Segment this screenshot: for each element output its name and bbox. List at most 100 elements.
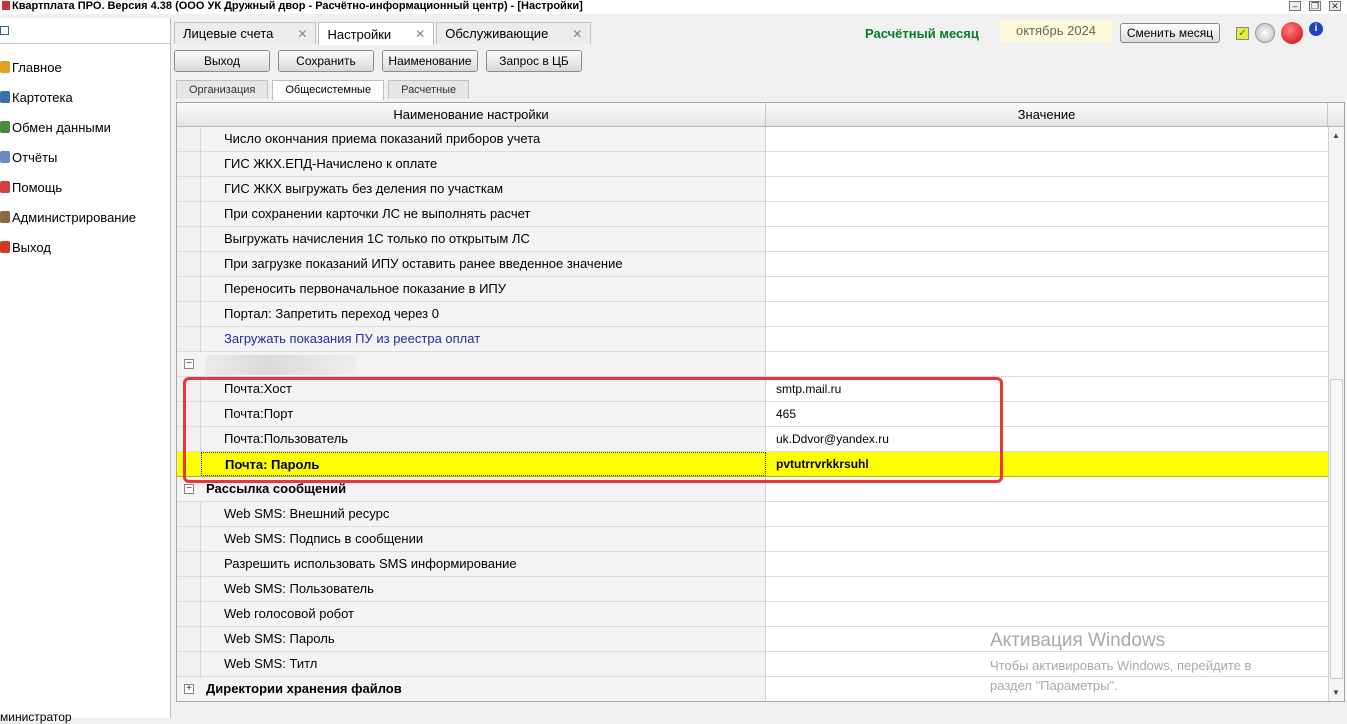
collapse-icon[interactable]: − bbox=[184, 484, 194, 494]
exit-button[interactable]: Выход bbox=[174, 50, 270, 72]
setting-row[interactable]: ГИС ЖКХ.ЕПД-Начислено к оплате bbox=[177, 152, 1328, 177]
setting-row[interactable]: Портал: Запретить переход через 0 bbox=[177, 302, 1328, 327]
setting-value[interactable] bbox=[766, 577, 1328, 601]
info-icon[interactable]: i bbox=[1309, 22, 1323, 36]
toolbar-icons: ✓ i bbox=[1236, 22, 1323, 44]
change-month-button[interactable]: Сменить месяц bbox=[1120, 23, 1220, 43]
admin-icon bbox=[0, 211, 10, 223]
app-icon bbox=[2, 1, 10, 10]
sidebar-menu: Главное Картотека Обмен данными Отчёты Помощ… bbox=[0, 44, 170, 262]
setting-row[interactable]: Web SMS: Пользователь bbox=[177, 577, 1328, 602]
setting-row[interactable]: Разрешить использовать SMS информировани… bbox=[177, 552, 1328, 577]
setting-value[interactable]: uk.Ddvor@yandex.ru bbox=[766, 427, 1328, 451]
setting-row[interactable]: Web SMS: Внешний ресурс bbox=[177, 502, 1328, 527]
tab-1[interactable]: Настройки ✕ bbox=[318, 22, 435, 45]
setting-row[interactable]: Почта:Порт 465 bbox=[177, 402, 1328, 427]
vertical-scrollbar[interactable]: ▲ ▼ bbox=[1328, 127, 1344, 701]
setting-value[interactable] bbox=[766, 302, 1328, 326]
setting-value[interactable] bbox=[766, 277, 1328, 301]
setting-row[interactable]: ГИС ЖКХ выгружать без деления по участка… bbox=[177, 177, 1328, 202]
setting-row[interactable]: Почта: Пароль pvtutrrvrkkrsuhl bbox=[177, 452, 1328, 477]
setting-value[interactable] bbox=[766, 152, 1328, 176]
sidebar-item[interactable]: Выход bbox=[0, 232, 170, 262]
collapse-icon[interactable]: − bbox=[184, 359, 194, 369]
tab-0[interactable]: Лицевые счета ✕ bbox=[174, 22, 317, 44]
close-tab-icon[interactable]: ✕ bbox=[572, 27, 582, 41]
column-header-value[interactable]: Значение bbox=[766, 103, 1328, 126]
setting-row[interactable]: Почта:Пользователь uk.Ddvor@yandex.ru bbox=[177, 427, 1328, 452]
setting-value[interactable] bbox=[766, 602, 1328, 626]
close-tab-icon[interactable]: ✕ bbox=[297, 27, 307, 41]
setting-name: Web SMS: Титл bbox=[201, 652, 766, 676]
save-button[interactable]: Сохранить bbox=[278, 50, 374, 72]
setting-name: Web голосовой робот bbox=[201, 602, 766, 626]
setting-name: Почта:Порт bbox=[201, 402, 766, 426]
row-gutter bbox=[177, 427, 201, 451]
sidebar-item[interactable]: Администрирование bbox=[0, 202, 170, 232]
column-header-name[interactable]: Наименование настройки bbox=[177, 103, 766, 126]
naming-button[interactable]: Наименование bbox=[382, 50, 478, 72]
sidebar-item[interactable]: Главное bbox=[0, 52, 170, 82]
setting-row[interactable]: Выгружать начисления 1С только по открыт… bbox=[177, 227, 1328, 252]
setting-row[interactable]: Web голосовой робот bbox=[177, 602, 1328, 627]
sidebar-item[interactable]: Картотека bbox=[0, 82, 170, 112]
setting-row[interactable]: Число окончания приема показаний приборо… bbox=[177, 127, 1328, 152]
close-icon[interactable]: ✕ bbox=[1329, 1, 1341, 11]
setting-value[interactable] bbox=[766, 252, 1328, 276]
setting-value[interactable] bbox=[766, 327, 1328, 351]
setting-value[interactable]: pvtutrrvrkkrsuhl bbox=[766, 452, 1328, 476]
setting-row[interactable]: Почта:Хост smtp.mail.ru bbox=[177, 377, 1328, 402]
scroll-up-icon[interactable]: ▲ bbox=[1332, 131, 1340, 140]
row-gutter bbox=[177, 177, 201, 201]
setting-value[interactable] bbox=[766, 552, 1328, 576]
stop-icon[interactable] bbox=[1281, 22, 1303, 44]
expand-icon[interactable]: + bbox=[184, 684, 194, 694]
search-icon[interactable] bbox=[1255, 23, 1275, 43]
grid-icon[interactable] bbox=[0, 26, 9, 35]
sidebar-item[interactable]: Отчёты bbox=[0, 142, 170, 172]
setting-value[interactable] bbox=[766, 227, 1328, 251]
setting-name: Выгружать начисления 1С только по открыт… bbox=[201, 227, 766, 251]
setting-value[interactable] bbox=[766, 352, 1328, 376]
setting-row[interactable]: Web SMS: Подпись в сообщении bbox=[177, 527, 1328, 552]
setting-value[interactable]: smtp.mail.ru bbox=[766, 377, 1328, 401]
scrollbar-thumb[interactable] bbox=[1330, 379, 1343, 679]
setting-row[interactable]: При загрузке показаний ИПУ оставить ране… bbox=[177, 252, 1328, 277]
window-controls: – ❐ ✕ bbox=[1289, 1, 1341, 11]
setting-value[interactable] bbox=[766, 202, 1328, 226]
setting-value[interactable] bbox=[766, 502, 1328, 526]
setting-value[interactable] bbox=[766, 527, 1328, 551]
restore-icon[interactable]: ❐ bbox=[1309, 1, 1321, 11]
setting-row[interactable]: При сохранении карточки ЛС не выполнять … bbox=[177, 202, 1328, 227]
settings-tabs: Организация Общесистемные Расчетные bbox=[176, 80, 473, 100]
subtab-2[interactable]: Расчетные bbox=[388, 80, 470, 99]
setting-value[interactable] bbox=[766, 127, 1328, 151]
row-gutter: + bbox=[177, 677, 201, 701]
sidebar-item[interactable]: Обмен данными bbox=[0, 112, 170, 142]
group-row[interactable]: − Рассылка сообщений bbox=[177, 477, 1328, 502]
setting-value[interactable] bbox=[766, 177, 1328, 201]
subtab-1[interactable]: Общесистемные bbox=[272, 80, 385, 100]
setting-row[interactable]: Загружать показания ПУ из реестра оплат bbox=[177, 327, 1328, 352]
window-title: Квартплата ПРО. Версия 4.38 (ООО УК Друж… bbox=[12, 0, 583, 12]
row-gutter bbox=[177, 227, 201, 251]
checkmark-icon[interactable]: ✓ bbox=[1236, 26, 1249, 40]
watermark-line-1: Чтобы активировать Windows, перейдите в bbox=[990, 658, 1252, 673]
close-tab-icon[interactable]: ✕ bbox=[415, 27, 425, 41]
sidebar-item[interactable]: Помощь bbox=[0, 172, 170, 202]
setting-value[interactable] bbox=[766, 477, 1328, 501]
subtab-0[interactable]: Организация bbox=[176, 80, 269, 99]
minimize-icon[interactable]: – bbox=[1289, 1, 1301, 11]
setting-value[interactable]: 465 bbox=[766, 402, 1328, 426]
row-gutter bbox=[177, 377, 201, 401]
setting-row[interactable]: Переносить первоначальное показание в ИП… bbox=[177, 277, 1328, 302]
group-row[interactable]: − bbox=[177, 352, 1328, 377]
scroll-down-icon[interactable]: ▼ bbox=[1332, 688, 1340, 697]
row-gutter bbox=[177, 552, 201, 576]
sidebar-item-label: Выход bbox=[12, 239, 51, 255]
tab-2[interactable]: Обслуживающие ✕ bbox=[436, 22, 592, 44]
cb-request-button[interactable]: Запрос в ЦБ bbox=[486, 50, 582, 72]
exchange-icon bbox=[0, 121, 10, 133]
row-gutter bbox=[177, 277, 201, 301]
help-icon bbox=[0, 181, 10, 193]
